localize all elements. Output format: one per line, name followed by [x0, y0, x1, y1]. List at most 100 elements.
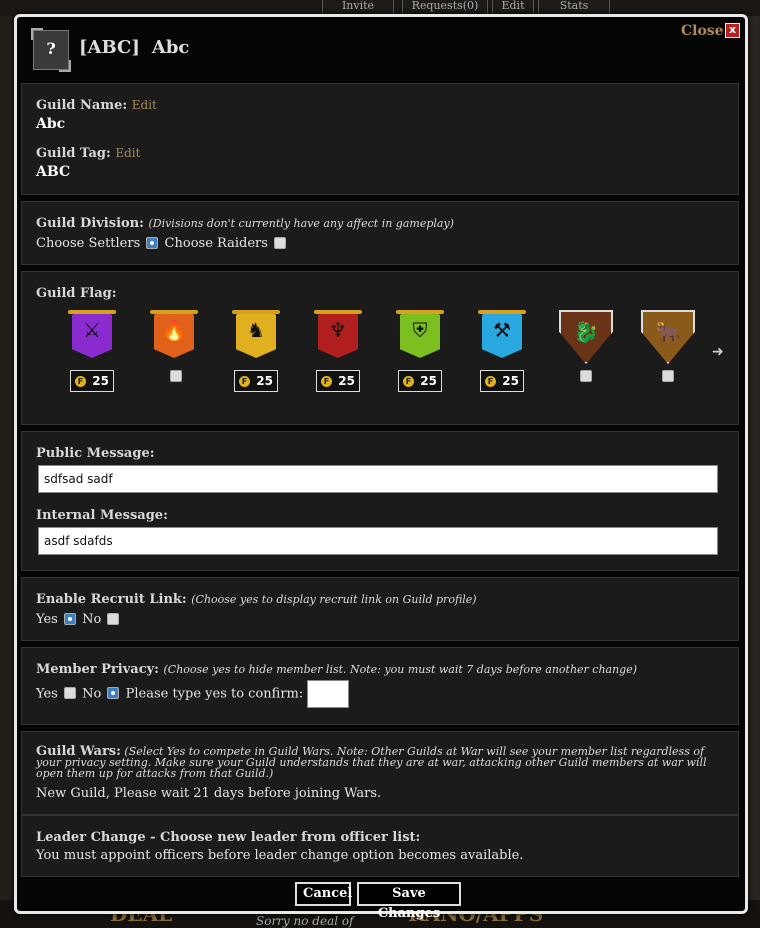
division-heading: Guild Division: (Divisions don't current… — [36, 216, 454, 231]
flag-select-radio[interactable] — [580, 370, 592, 382]
privacy-panel: Member Privacy: (Choose yes to hide memb… — [21, 647, 739, 725]
cancel-button[interactable]: Cancel — [295, 882, 352, 906]
flag-emblem-icon: ⚔ — [83, 318, 101, 342]
privacy-yes-radio[interactable] — [63, 687, 76, 699]
recruit-panel: Enable Recruit Link: (Choose yes to disp… — [21, 577, 739, 641]
flag-rod — [232, 310, 280, 314]
wars-panel: Guild Wars: (Select Yes to compete in Gu… — [21, 731, 739, 815]
public-message-label: Public Message: — [36, 446, 155, 461]
privacy-confirm-input[interactable] — [307, 680, 350, 708]
leader-status: You must appoint officers before leader … — [36, 848, 524, 863]
close-icon[interactable]: x — [725, 23, 740, 38]
background-tab-invite[interactable]: Invite — [322, 0, 394, 15]
messages-panel: Public Message: Internal Message: — [21, 431, 739, 571]
privacy-yes-label: Yes — [36, 686, 58, 702]
flag-emblem-icon: 🐂 — [655, 320, 681, 344]
save-changes-button[interactable]: Save Changes — [357, 882, 461, 921]
flag-rod — [150, 310, 198, 314]
guild-tag-row: Guild Tag: Edit — [36, 146, 140, 161]
flag-price-badge: F 25 — [480, 370, 524, 392]
flag-select-radio[interactable] — [170, 370, 182, 382]
flag-shield-icon: 🐂 — [641, 310, 695, 364]
guild-tag-label: Guild Tag: — [36, 146, 111, 161]
flag-price-badge: F 25 — [398, 370, 442, 392]
recruit-yes-radio[interactable] — [63, 612, 76, 625]
privacy-heading: Member Privacy: (Choose yes to hide memb… — [36, 662, 637, 677]
flag-option[interactable]: ⚔ F 25 — [64, 310, 120, 406]
flag-banner-icon: 🔥 — [150, 310, 198, 362]
guild-name-title: Abc — [151, 37, 190, 58]
flag-label: Guild Flag: — [36, 286, 117, 301]
settlers-label: Choose Settlers — [36, 236, 141, 251]
flag-rod — [478, 310, 526, 314]
flag-select-radio[interactable] — [662, 370, 674, 382]
flag-price-value: 25 — [256, 374, 273, 388]
wars-status: New Guild, Please wait 21 days before jo… — [36, 786, 382, 801]
recruit-no-label: No — [82, 612, 102, 627]
guild-name-label: Guild Name: — [36, 98, 128, 113]
flag-shield-icon: 🐉 — [559, 310, 613, 364]
flag-option[interactable]: 🔥 — [146, 310, 202, 406]
flag-option[interactable]: ⚒ F 25 — [474, 310, 530, 406]
recruit-label: Enable Recruit Link: — [36, 592, 187, 607]
coin-icon: F — [321, 376, 332, 387]
guild-edit-modal: ? [ABC] Abc Close x Guild Name: Edit Abc … — [14, 14, 748, 921]
privacy-note: (Choose yes to hide member list. Note: y… — [163, 663, 638, 676]
settlers-radio[interactable] — [146, 236, 159, 249]
flag-price-badge: F 25 — [316, 370, 360, 392]
leader-label: Leader Change - Choose new leader from o… — [36, 830, 421, 845]
guild-tag-title: [ABC] — [79, 37, 140, 58]
flag-emblem-icon: ⚒ — [493, 318, 511, 342]
flag-panel: Guild Flag: ⚔ F 25 🔥 ♞ F 25 ♆ F 25 ⛨ F 25 ⚒ F 25 🐉 🐂 ➜ — [21, 271, 739, 425]
coin-icon: F — [403, 376, 414, 387]
flag-emblem-icon: ♞ — [247, 318, 265, 342]
public-message-input[interactable] — [38, 465, 718, 493]
flag-option[interactable]: 🐂 — [638, 310, 695, 406]
privacy-no-label: No — [82, 686, 102, 702]
recruit-yes-label: Yes — [36, 612, 58, 627]
next-flags-arrow-icon[interactable]: ➜ — [712, 344, 724, 360]
background-tab-requests[interactable]: Requests(0) — [402, 0, 488, 15]
flag-price-badge: F 25 — [234, 370, 278, 392]
internal-message-input[interactable] — [38, 527, 718, 555]
guild-name-edit-link[interactable]: Edit — [132, 98, 157, 112]
flag-price-value: 25 — [502, 374, 519, 388]
coin-icon: F — [239, 376, 250, 387]
privacy-no-radio[interactable] — [107, 687, 120, 699]
background-tab-edit[interactable]: Edit — [492, 0, 534, 15]
flag-emblem-icon: ♆ — [329, 318, 347, 342]
flag-emblem-icon: 🔥 — [161, 318, 187, 342]
flag-banner-icon: ⚔ — [68, 310, 116, 362]
flag-rod — [396, 310, 444, 314]
modal-title: [ABC] Abc — [79, 37, 189, 58]
close-link[interactable]: Close — [681, 23, 724, 39]
flag-option[interactable]: ♞ F 25 — [228, 310, 284, 406]
flag-option[interactable]: ⛨ F 25 — [392, 310, 448, 406]
flag-banner-icon: ♆ — [314, 310, 362, 362]
flag-option[interactable]: 🐉 — [556, 310, 613, 406]
wars-heading: Guild Wars: (Select Yes to compete in Gu… — [36, 745, 724, 780]
flag-banner-icon: ⚒ — [478, 310, 526, 362]
guild-name-value: Abc — [36, 116, 66, 132]
flag-rod — [314, 310, 362, 314]
recruit-heading: Enable Recruit Link: (Choose yes to disp… — [36, 592, 477, 607]
background-sorry-text: Sorry no deal of — [256, 914, 354, 928]
wars-note: (Select Yes to compete in Guild Wars. No… — [36, 745, 707, 780]
guild-tag-value: ABC — [36, 164, 71, 180]
modal-header: ? [ABC] Abc Close x — [17, 17, 745, 79]
guild-name-row: Guild Name: Edit — [36, 98, 157, 113]
leader-panel: Leader Change - Choose new leader from o… — [21, 815, 739, 877]
internal-message-label: Internal Message: — [36, 508, 168, 523]
flag-option[interactable]: ♆ F 25 — [310, 310, 366, 406]
guild-tag-edit-link[interactable]: Edit — [115, 146, 140, 160]
flag-banner-icon: ⛨ — [396, 310, 444, 362]
privacy-options: Yes No Please type yes to confirm: — [36, 680, 350, 708]
coin-icon: F — [75, 376, 86, 387]
raiders-radio[interactable] — [274, 236, 287, 249]
coin-icon: F — [485, 376, 496, 387]
division-note: (Divisions don't currently have any affe… — [148, 217, 454, 230]
background-tab-stats[interactable]: Stats — [538, 0, 610, 15]
recruit-no-radio[interactable] — [107, 612, 120, 625]
flag-emblem-icon: ⛨ — [412, 318, 428, 342]
recruit-note: (Choose yes to display recruit link on G… — [191, 593, 477, 606]
